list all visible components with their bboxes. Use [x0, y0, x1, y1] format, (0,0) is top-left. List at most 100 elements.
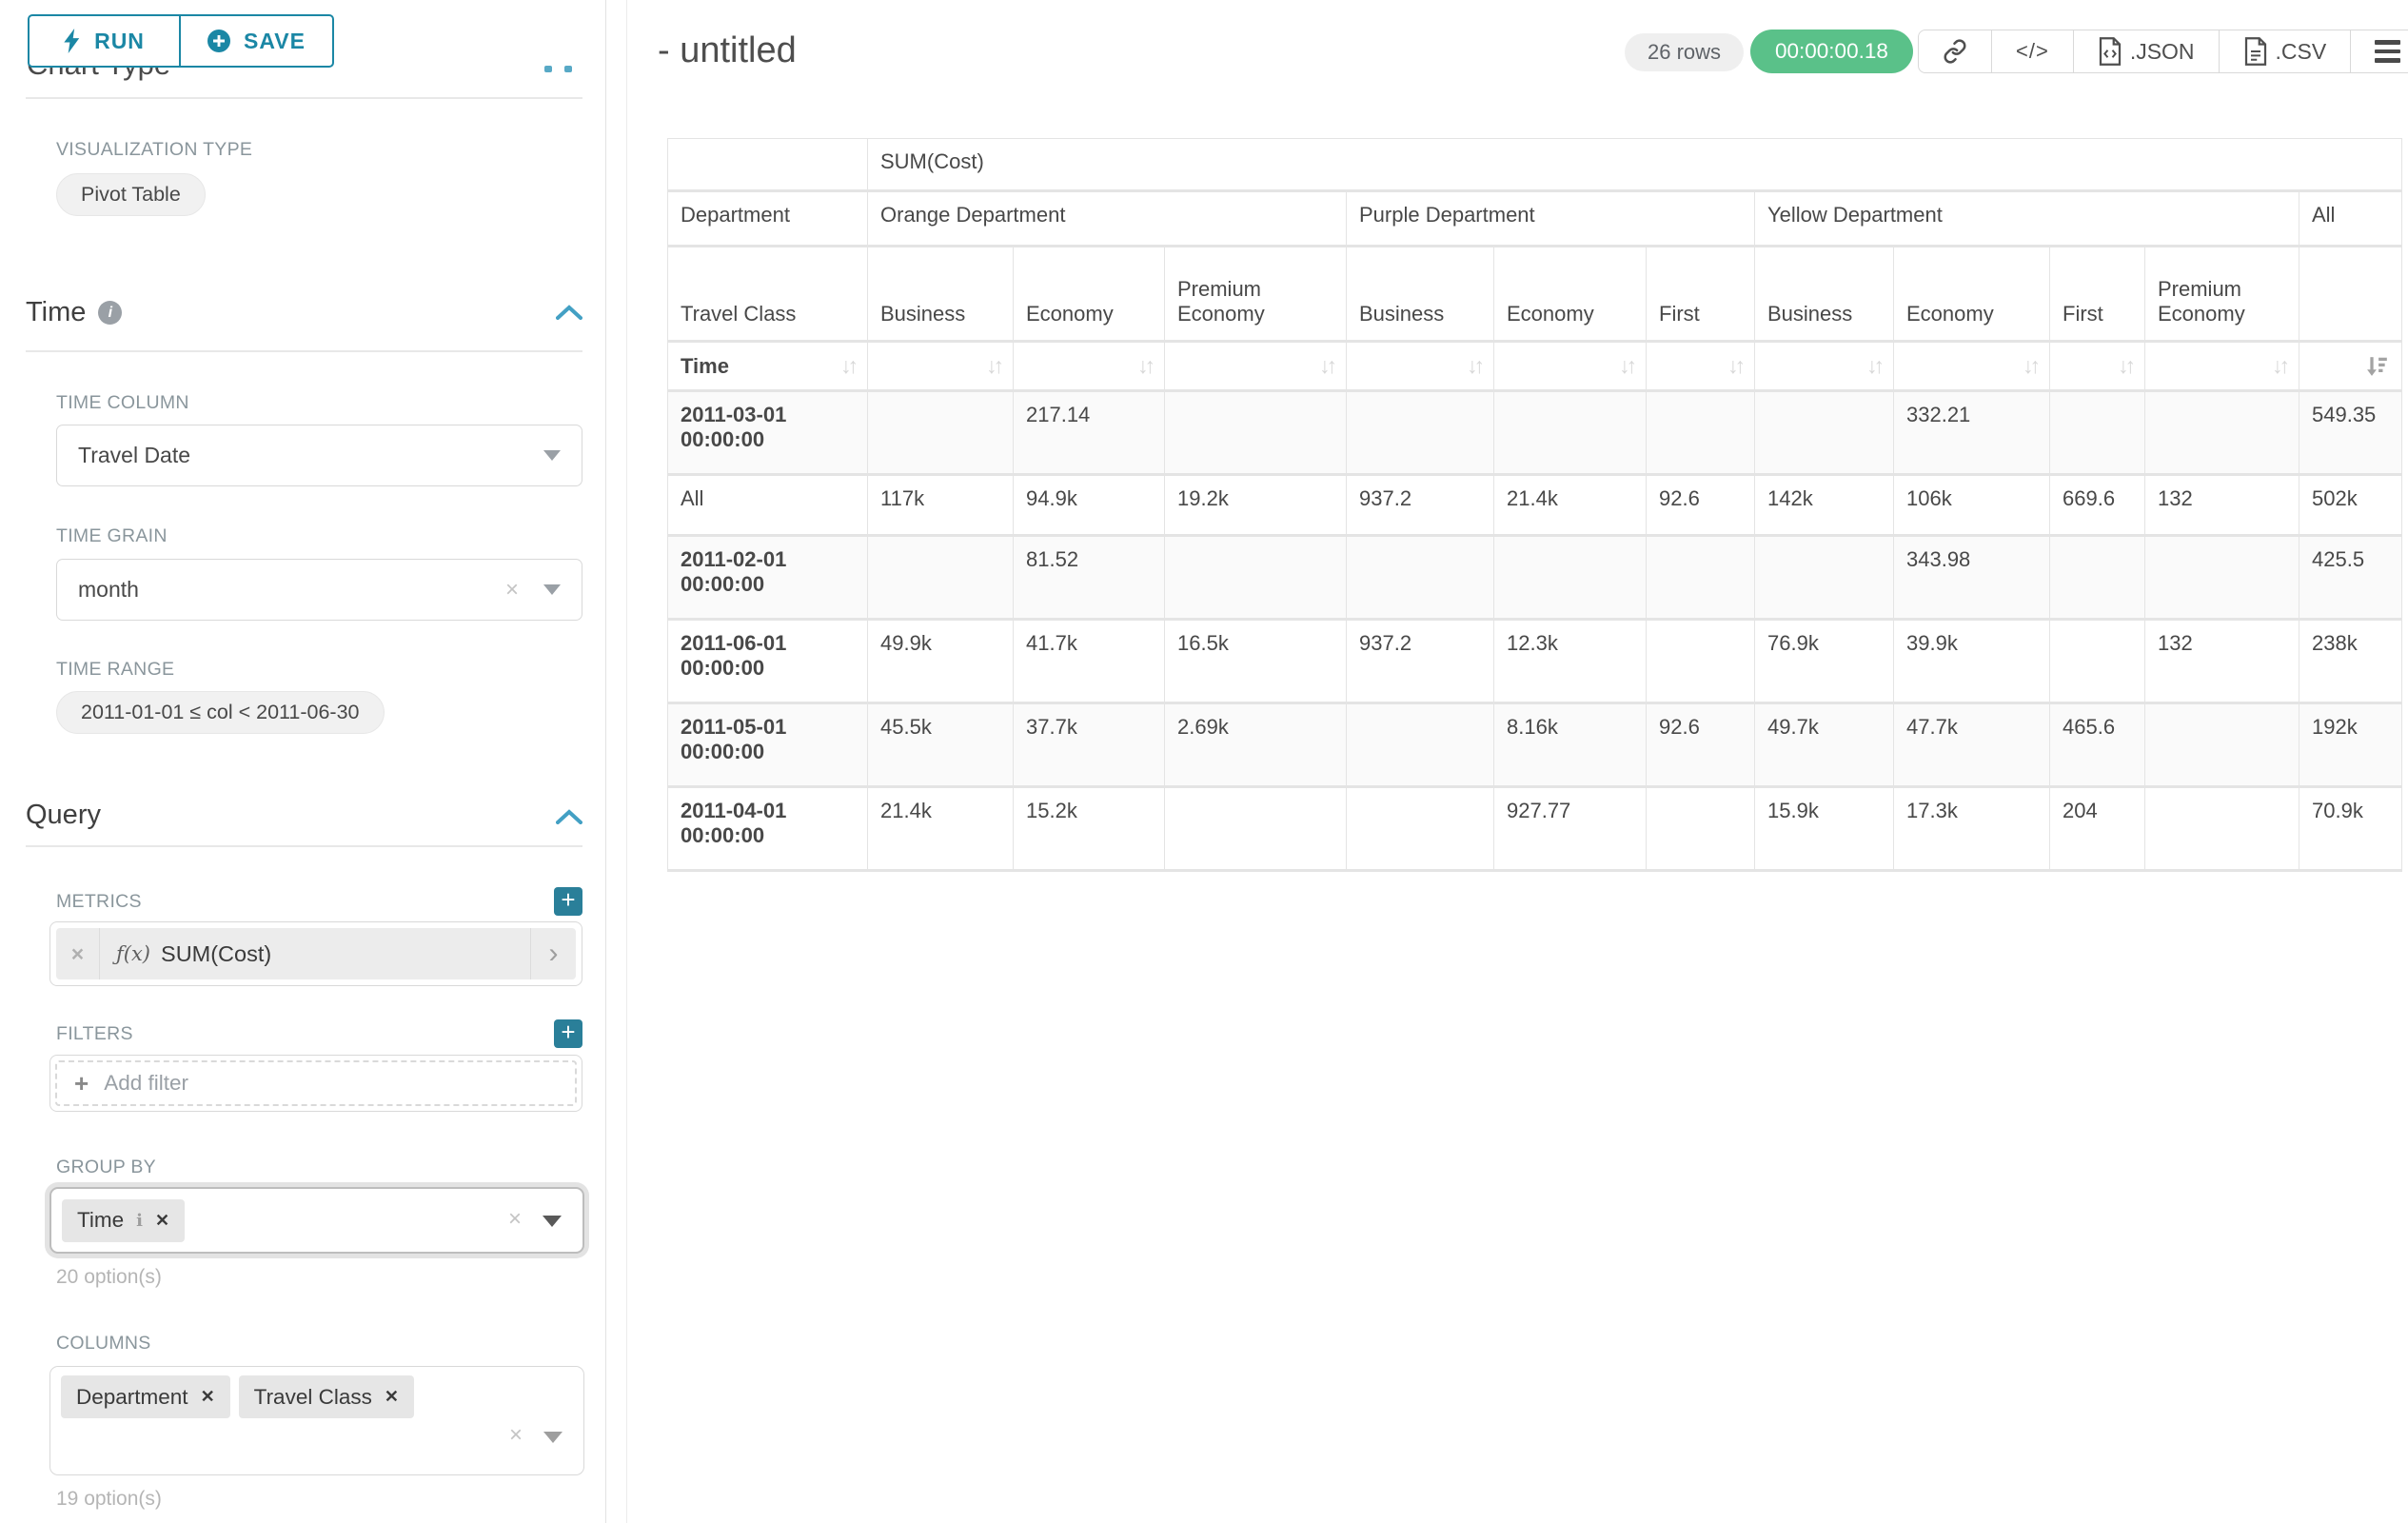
metrics-container: × ƒ(x) SUM(Cost) › [49, 921, 582, 986]
table-cell [2145, 787, 2299, 871]
visualization-type-pill[interactable]: Pivot Table [56, 173, 206, 216]
remove-tag-icon[interactable]: ✕ [385, 1387, 399, 1407]
columns-tag[interactable]: Department ✕ [61, 1375, 230, 1418]
columns-select[interactable]: Department ✕ Travel Class ✕ × [49, 1366, 584, 1475]
hamburger-icon [2375, 40, 2400, 63]
column-header: First [2050, 247, 2145, 342]
clear-icon[interactable]: × [505, 577, 519, 603]
table-cell [1494, 391, 1647, 475]
sort-desc-icon [2366, 355, 2389, 378]
table-row: All 117k 94.9k 19.2k 937.2 21.4k 92.6 14… [668, 475, 2402, 536]
column-header: Business [1347, 247, 1494, 342]
chevron-down-icon [543, 1432, 563, 1443]
add-filter-button[interactable]: + Add filter [55, 1060, 577, 1106]
column-header: Premium Economy [2145, 247, 2299, 342]
column-sort-header[interactable]: ↓↑ [1347, 342, 1494, 391]
column-sort-header[interactable]: ↓↑ [2145, 342, 2299, 391]
plus-circle-icon [207, 30, 230, 52]
run-save-button-group: RUN SAVE [28, 14, 334, 68]
table-cell [1165, 536, 1347, 620]
table-cell: 45.5k [868, 703, 1014, 787]
time-column-label: TIME COLUMN [56, 392, 189, 414]
collapse-chevron-icon[interactable] [556, 305, 582, 320]
table-cell: 142k [1755, 475, 1894, 536]
group-by-tag[interactable]: Time i ✕ [62, 1199, 185, 1242]
clear-icon[interactable]: × [508, 1206, 522, 1233]
sort-icon: ↓↑ [2023, 353, 2037, 379]
table-cell [2145, 536, 2299, 620]
table-cell: 17.3k [1894, 787, 2050, 871]
time-column-select[interactable]: Travel Date [56, 425, 582, 486]
remove-tag-icon[interactable]: ✕ [155, 1211, 169, 1231]
save-button[interactable]: SAVE [179, 14, 334, 68]
export-csv-button[interactable]: .CSV [2219, 30, 2351, 72]
table-cell [2145, 703, 2299, 787]
column-sort-header[interactable]: ↓↑ [1755, 342, 1894, 391]
export-json-button[interactable]: .JSON [2073, 30, 2219, 72]
time-grain-label: TIME GRAIN [56, 525, 168, 547]
sort-icon: ↓↑ [986, 353, 1000, 379]
column-sort-header[interactable]: ↓↑ [2050, 342, 2145, 391]
group-by-select[interactable]: Time i ✕ × [49, 1187, 584, 1254]
table-cell: 238k [2299, 620, 2402, 703]
table-cell: 19.2k [1165, 475, 1347, 536]
csv-file-icon [2243, 37, 2268, 66]
export-button-group: </> .JSON .CSV [1918, 30, 2408, 73]
table-cell: 81.52 [1014, 536, 1165, 620]
run-button[interactable]: RUN [28, 14, 181, 68]
columns-option-count: 19 option(s) [56, 1488, 162, 1511]
table-cell: 15.2k [1014, 787, 1165, 871]
add-filter-plus-button[interactable]: + [554, 1019, 582, 1048]
section-divider [26, 97, 582, 99]
row-count-badge: 26 rows [1625, 33, 1744, 71]
table-cell: 47.7k [1894, 703, 2050, 787]
share-link-button[interactable] [1919, 30, 1991, 72]
column-sort-header[interactable]: ↓↑ [1894, 342, 2050, 391]
metric-pill[interactable]: × ƒ(x) SUM(Cost) › [56, 928, 576, 979]
table-cell [2050, 536, 2145, 620]
table-cell: 94.9k [1014, 475, 1165, 536]
row-label: 2011-06-01 00:00:00 [668, 620, 868, 703]
table-cell: 425.5 [2299, 536, 2402, 620]
metric-header: SUM(Cost) [868, 139, 2402, 191]
column-sort-header[interactable]: ↓↑ [1014, 342, 1165, 391]
column-sort-header[interactable]: ↓↑ [1494, 342, 1647, 391]
column-sort-header[interactable]: ↓↑ [1647, 342, 1755, 391]
column-group-header: Orange Department [868, 191, 1347, 247]
columns-tag[interactable]: Travel Class ✕ [239, 1375, 414, 1418]
view-query-button[interactable]: </> [1991, 30, 2073, 72]
table-cell: 549.35 [2299, 391, 2402, 475]
metric-name: SUM(Cost) [161, 941, 271, 967]
table-cell [868, 536, 1014, 620]
column-sort-header-active[interactable] [2299, 342, 2402, 391]
table-cell [1647, 391, 1755, 475]
menu-button[interactable] [2350, 30, 2408, 72]
remove-metric-icon[interactable]: × [56, 928, 100, 979]
table-cell: 76.9k [1755, 620, 1894, 703]
row-label: 2011-03-01 00:00:00 [668, 391, 868, 475]
column-sort-header[interactable]: ↓↑ [1165, 342, 1347, 391]
panel-drag-handle[interactable] [544, 66, 572, 72]
column-header: Economy [1894, 247, 2050, 342]
column-sort-header[interactable]: ↓↑ [868, 342, 1014, 391]
table-cell [1647, 620, 1755, 703]
query-section-header[interactable]: Query [26, 800, 101, 831]
time-grain-select[interactable]: month × [56, 559, 582, 621]
chevron-right-icon[interactable]: › [530, 928, 576, 979]
travel-class-axis-label: Travel Class [668, 247, 868, 342]
time-range-pill[interactable]: 2011-01-01 ≤ col < 2011-06-30 [56, 691, 385, 734]
table-cell [1755, 391, 1894, 475]
add-metric-button[interactable]: + [554, 887, 582, 916]
collapse-chevron-icon[interactable] [556, 809, 582, 824]
sort-icon: ↓↑ [1866, 353, 1881, 379]
remove-tag-icon[interactable]: ✕ [201, 1387, 215, 1407]
table-cell [1347, 703, 1494, 787]
table-cell [2145, 391, 2299, 475]
table-cell: 16.5k [1165, 620, 1347, 703]
time-section-header[interactable]: Time i [26, 297, 122, 328]
table-cell [2050, 620, 2145, 703]
column-group-header: Yellow Department [1755, 191, 2299, 247]
time-sort-header[interactable]: Time ↓↑ [668, 342, 868, 391]
clear-icon[interactable]: × [509, 1422, 523, 1449]
table-cell: 669.6 [2050, 475, 2145, 536]
